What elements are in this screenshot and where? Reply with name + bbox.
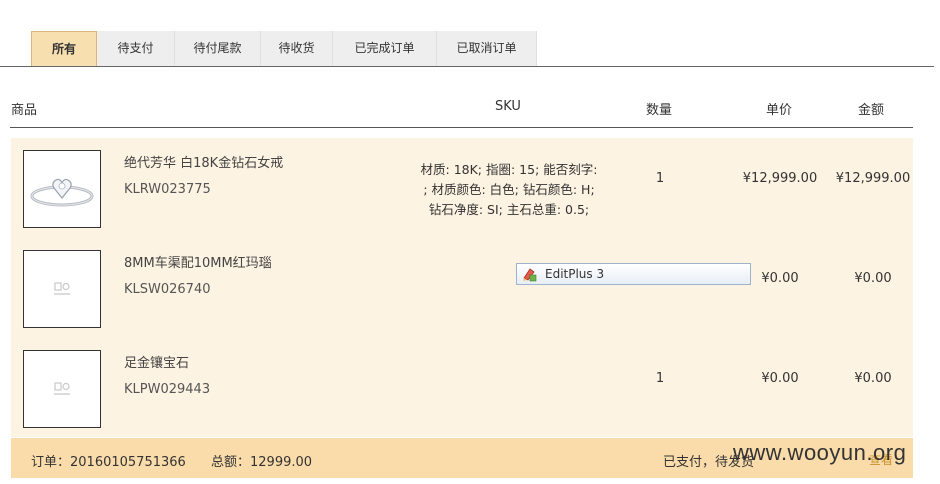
product-name[interactable]: 8MM车渠配10MM红玛瑙: [124, 252, 272, 271]
header-divider: [10, 127, 913, 128]
product-amount: ¥0.00: [854, 371, 892, 386]
product-amount: ¥0.00: [854, 271, 892, 286]
order-total: 总额：12999.00: [211, 455, 313, 470]
tab-all[interactable]: 所有: [31, 31, 97, 66]
product-code: KLRW023775: [124, 182, 211, 197]
ring-icon: [30, 178, 94, 207]
product-row: 8MM车渠配10MM红玛瑙 KLSW026740 1 ¥0.00 ¥0.00: [0, 238, 913, 338]
image-placeholder-icon: [54, 282, 70, 295]
editplus-label: EditPlus 3: [545, 267, 605, 281]
tab-pending-receipt[interactable]: 待收货: [261, 31, 333, 66]
product-row: 绝代芳华 白18K金钻石女戒 KLRW023775 材质: 18K; 指圈: 1…: [0, 138, 913, 238]
image-placeholder-icon: [54, 382, 70, 395]
product-code: KLSW026740: [124, 282, 211, 297]
product-qty: 1: [655, 171, 665, 186]
product-name[interactable]: 足金镶宝石: [124, 352, 189, 371]
watermark: www.wooyun.org: [733, 440, 907, 465]
header-sku: SKU: [495, 99, 521, 114]
product-amount: ¥12,999.00: [835, 171, 911, 186]
product-qty: 1: [655, 371, 665, 386]
product-unit-price: ¥12,999.00: [742, 171, 818, 186]
header-amount: 金额: [858, 103, 885, 118]
placeholder-image[interactable]: [23, 250, 101, 328]
placeholder-image[interactable]: [23, 350, 101, 428]
order-number: 订单：20160105751366: [31, 455, 186, 470]
header-qty: 数量: [646, 103, 673, 118]
order-status-tabs: 所有 待支付 待付尾款 待收货 已完成订单 已取消订单: [31, 31, 537, 66]
tab-cancelled[interactable]: 已取消订单: [437, 31, 537, 66]
product-name[interactable]: 绝代芳华 白18K金钻石女戒: [124, 152, 283, 171]
tabs-divider: [0, 66, 934, 67]
tab-completed[interactable]: 已完成订单: [333, 31, 437, 66]
product-row: 足金镶宝石 KLPW029443 1 ¥0.00 ¥0.00: [0, 338, 913, 438]
header-unit-price: 单价: [766, 103, 793, 118]
tab-pending-balance[interactable]: 待付尾款: [175, 31, 261, 66]
editplus-app-icon: [523, 268, 537, 282]
product-unit-price: ¥0.00: [761, 371, 799, 386]
editplus-taskbar-tooltip[interactable]: EditPlus 3: [516, 263, 751, 285]
tab-pending-payment[interactable]: 待支付: [97, 31, 175, 66]
product-code: KLPW029443: [124, 382, 211, 397]
ring-image[interactable]: [23, 150, 101, 228]
product-sku: 材质: 18K; 指圈: 15; 能否刻字: ; 材质颜色: 白色; 钻石颜色:…: [420, 162, 598, 217]
header-product: 商品: [11, 103, 38, 118]
